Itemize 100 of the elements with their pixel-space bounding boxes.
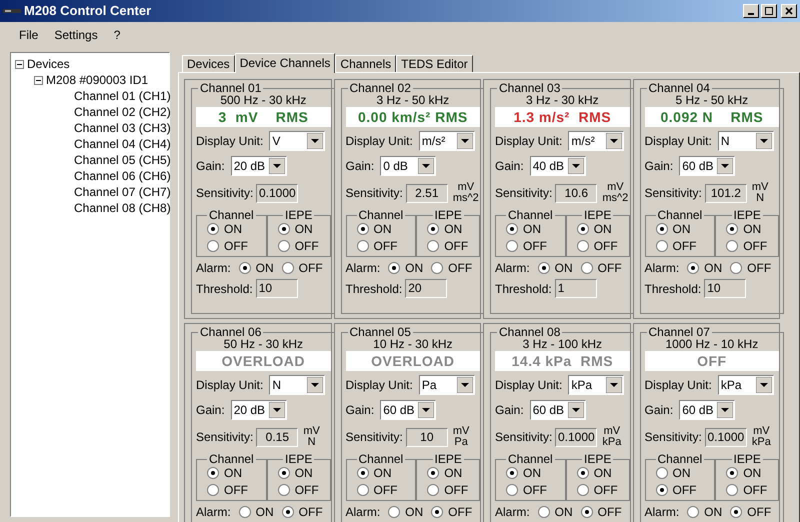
radio-option[interactable]: ON: [207, 222, 256, 236]
unit-dropdown[interactable]: kPa: [568, 375, 624, 395]
radio-option[interactable]: OFF: [506, 483, 555, 497]
tab[interactable]: Devices: [182, 55, 235, 72]
minimize-button[interactable]: [743, 4, 759, 18]
radio-option[interactable]: OFF: [726, 483, 768, 497]
radio-option[interactable]: OFF: [576, 239, 619, 253]
menu-item[interactable]: Settings: [47, 28, 105, 42]
radio-option[interactable]: OFF: [278, 483, 320, 497]
threshold-field[interactable]: 10: [256, 279, 298, 298]
tab[interactable]: Device Channels: [234, 53, 336, 73]
unit-dropdown[interactable]: N: [269, 375, 326, 395]
radio-option[interactable]: ON: [656, 222, 704, 236]
threshold-field[interactable]: 10: [704, 279, 746, 298]
radio-option[interactable]: ON: [278, 466, 320, 480]
radio-option[interactable]: ON: [538, 505, 573, 519]
unit-dropdown[interactable]: V: [269, 131, 326, 151]
gain-dropdown[interactable]: 0 dB: [380, 156, 436, 176]
unit-text: kPa: [602, 437, 622, 448]
radio-option[interactable]: ON: [388, 505, 424, 519]
menu-item[interactable]: File: [12, 28, 46, 42]
radio-option[interactable]: OFF: [278, 239, 320, 253]
radio-option[interactable]: OFF: [207, 239, 256, 253]
unit-dropdown[interactable]: Pa: [418, 375, 475, 395]
gain-dropdown[interactable]: 60 dB: [679, 156, 736, 176]
radio-option[interactable]: ON: [538, 261, 573, 275]
caret-icon: [606, 377, 622, 393]
radio-option[interactable]: OFF: [506, 239, 555, 253]
unit-dropdown[interactable]: m/s²: [418, 131, 475, 151]
tree-item[interactable]: Channel 03 (CH3): [74, 121, 171, 135]
radio-option[interactable]: ON: [388, 261, 424, 275]
radio-option[interactable]: ON: [207, 466, 256, 480]
unit-dropdown[interactable]: kPa: [718, 375, 774, 395]
maximize-icon: [765, 7, 773, 15]
group-title: Channel: [656, 452, 704, 466]
radio-option[interactable]: OFF: [282, 505, 323, 519]
gain-dropdown[interactable]: 60 dB: [530, 400, 586, 420]
unit-dropdown[interactable]: N: [718, 131, 774, 151]
radio-option[interactable]: ON: [238, 505, 274, 519]
radio-option[interactable]: OFF: [356, 239, 406, 253]
radio-option[interactable]: OFF: [427, 239, 470, 253]
radio-option[interactable]: OFF: [730, 505, 772, 519]
radio-option[interactable]: ON: [238, 261, 274, 275]
radio-option[interactable]: ON: [506, 466, 555, 480]
unit-dropdown[interactable]: m/s²: [568, 131, 624, 151]
threshold-field[interactable]: 1: [554, 279, 597, 298]
tab[interactable]: Channels: [335, 55, 396, 72]
gain-label: Gain:: [495, 403, 524, 417]
radio-option[interactable]: OFF: [656, 483, 704, 497]
radio-option[interactable]: ON: [656, 466, 704, 480]
radio-option[interactable]: ON: [726, 222, 768, 236]
tree-item[interactable]: M208 #090003 ID1: [46, 73, 148, 87]
radio-option[interactable]: OFF: [730, 261, 772, 275]
tree-item[interactable]: Channel 07 (CH7): [74, 185, 171, 199]
radio-option[interactable]: OFF: [656, 239, 704, 253]
frequency-range: 50 Hz - 30 kHz: [222, 338, 304, 351]
caret-icon: [568, 158, 584, 174]
tab[interactable]: TEDS Editor: [396, 55, 473, 72]
radio-option[interactable]: OFF: [431, 505, 472, 519]
radio-option[interactable]: ON: [356, 466, 406, 480]
tree-item[interactable]: Channel 01 (CH1): [74, 89, 171, 103]
tree-item[interactable]: Channel 06 (CH6): [74, 169, 171, 183]
radio-option[interactable]: OFF: [431, 261, 472, 275]
radio-option[interactable]: ON: [576, 466, 619, 480]
radio-option[interactable]: ON: [356, 222, 406, 236]
gain-dropdown[interactable]: 20 dB: [230, 400, 287, 420]
radio-option[interactable]: OFF: [580, 505, 622, 519]
radio-option[interactable]: OFF: [726, 239, 768, 253]
radio-option[interactable]: OFF: [427, 483, 470, 497]
radio-option[interactable]: ON: [427, 222, 470, 236]
tree-item[interactable]: Channel 04 (CH4): [74, 137, 171, 151]
gain-dropdown[interactable]: 40 dB: [530, 156, 586, 176]
radio-option[interactable]: OFF: [580, 261, 622, 275]
radio-option[interactable]: ON: [576, 222, 619, 236]
tree-item[interactable]: Devices: [27, 57, 70, 71]
radio-option[interactable]: ON: [726, 466, 768, 480]
radio-option[interactable]: OFF: [576, 483, 619, 497]
radio-option[interactable]: OFF: [356, 483, 406, 497]
radio-option[interactable]: ON: [278, 222, 320, 236]
tree-item[interactable]: Channel 08 (CH8): [74, 201, 171, 215]
maximize-button[interactable]: [761, 4, 777, 18]
tree-item[interactable]: Channel 02 (CH2): [74, 105, 171, 119]
radio-option[interactable]: ON: [687, 505, 722, 519]
threshold-field[interactable]: 20: [405, 279, 448, 298]
gain-dropdown[interactable]: 20 dB: [230, 156, 287, 176]
caret-icon: [456, 377, 473, 393]
app-icon: [3, 7, 21, 15]
gain-dropdown[interactable]: 60 dB: [679, 400, 736, 420]
group-title: IEPE: [434, 452, 463, 466]
tree-item[interactable]: Channel 05 (CH5): [74, 153, 171, 167]
radio-option[interactable]: ON: [687, 261, 722, 275]
collapse-icon[interactable]: [34, 76, 43, 84]
collapse-icon[interactable]: [15, 60, 24, 68]
close-button[interactable]: [781, 4, 797, 18]
radio-option[interactable]: ON: [506, 222, 555, 236]
gain-dropdown[interactable]: 60 dB: [380, 400, 436, 420]
radio-option[interactable]: ON: [427, 466, 470, 480]
radio-option[interactable]: OFF: [282, 261, 323, 275]
menu-item[interactable]: ?: [106, 28, 128, 42]
radio-option[interactable]: OFF: [207, 483, 256, 497]
